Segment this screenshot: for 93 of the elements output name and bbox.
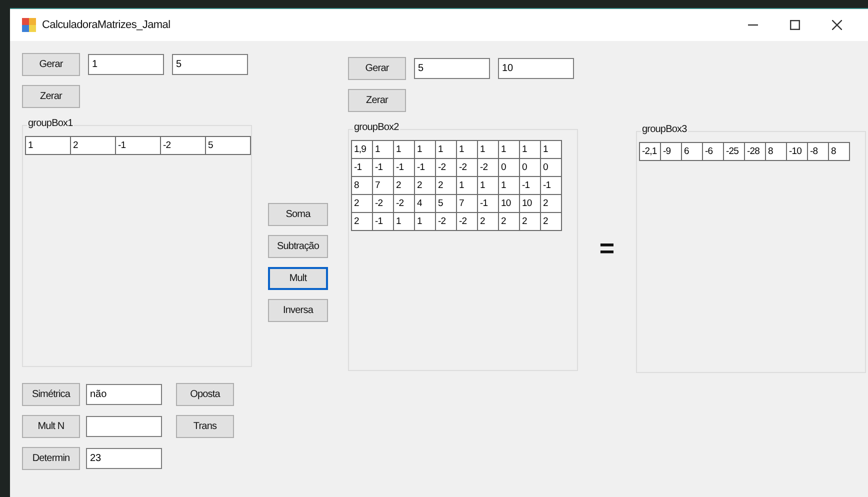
tool-button[interactable]: Trans (176, 415, 234, 438)
matrix-cell[interactable]: 4 (414, 194, 436, 213)
result-cell[interactable]: 8 (828, 142, 850, 161)
tool-button[interactable]: Mult N (22, 415, 80, 438)
matrix-cell[interactable]: 5 (435, 194, 457, 213)
tool-button[interactable]: Oposta (176, 383, 234, 406)
matrix-cell[interactable]: -1 (519, 176, 541, 195)
matrix-cell[interactable]: 2 (351, 212, 373, 231)
matrix-cell[interactable]: 2 (519, 212, 541, 231)
matrix-cell[interactable]: -2 (456, 212, 478, 231)
value-field[interactable] (86, 416, 162, 437)
columns-field[interactable]: 10 (498, 58, 574, 79)
matrix-cell[interactable]: 0 (540, 158, 562, 177)
matrix-cell[interactable]: 1,9 (351, 140, 373, 159)
matrix-cell[interactable]: 2 (540, 194, 562, 213)
matrix-cell[interactable]: 1 (477, 176, 499, 195)
group-title: groupBox3 (641, 124, 688, 135)
generate-button[interactable]: Gerar (348, 57, 406, 80)
matrix-cell[interactable]: 1 (519, 140, 541, 159)
matrix-cell[interactable]: 2 (351, 194, 373, 213)
matrix-cell[interactable]: 7 (372, 176, 394, 195)
window-title: CalculadoraMatrizes_Jamal (42, 19, 170, 31)
rows-field[interactable]: 5 (414, 58, 490, 79)
matrix-cell[interactable]: 7 (456, 194, 478, 213)
rows-field[interactable]: 1 (88, 54, 164, 75)
equals-sign: = (599, 233, 615, 264)
matrix-cell[interactable]: -2 (435, 158, 457, 177)
matrix-cell[interactable]: 1 (435, 140, 457, 159)
matrix-cell[interactable]: 2 (414, 176, 436, 195)
result-cell[interactable]: -6 (702, 142, 724, 161)
clear-button[interactable]: Zerar (22, 85, 80, 108)
group-title: groupBox2 (353, 122, 400, 133)
matrix-cell[interactable]: 10 (498, 194, 520, 213)
result-cell[interactable]: -9 (660, 142, 682, 161)
matrix-cell[interactable]: 0 (519, 158, 541, 177)
matrix-cell[interactable]: -1 (372, 212, 394, 231)
matrix-cell[interactable]: 5 (205, 136, 251, 155)
matrix-cell[interactable]: 1 (414, 212, 436, 231)
result-cell[interactable]: -25 (723, 142, 745, 161)
matrix-cell[interactable]: 1 (498, 176, 520, 195)
matrix-cell[interactable]: -1 (351, 158, 373, 177)
matrix-cell[interactable]: 1 (414, 140, 436, 159)
matrix-cell[interactable]: 0 (498, 158, 520, 177)
matrix-cell[interactable]: 1 (372, 140, 394, 159)
matrix-cell[interactable]: -1 (414, 158, 436, 177)
matrix-cell[interactable]: 1 (456, 140, 478, 159)
matrix-cell[interactable]: 2 (70, 136, 116, 155)
result-cell[interactable]: -10 (786, 142, 808, 161)
value-field[interactable]: 23 (86, 448, 162, 469)
operation-button[interactable]: Inversa (268, 299, 328, 322)
value-field[interactable]: não (86, 384, 162, 405)
matrix-cell[interactable]: 2 (498, 212, 520, 231)
matrix-cell[interactable]: 1 (25, 136, 71, 155)
matrix-cell[interactable]: 2 (477, 212, 499, 231)
tool-button[interactable]: Simétrica (22, 383, 80, 406)
matrix-cell[interactable]: -2 (160, 136, 206, 155)
matrix-cell[interactable]: 1 (393, 140, 415, 159)
matrix-cell[interactable]: 1 (477, 140, 499, 159)
tool-button[interactable]: Determin (22, 447, 80, 470)
result-cell[interactable]: 8 (765, 142, 787, 161)
operation-button[interactable]: Soma (268, 203, 328, 226)
matrix-cell[interactable]: 2 (393, 176, 415, 195)
result-cell[interactable]: -8 (807, 142, 829, 161)
app-icon (22, 18, 36, 32)
matrix-cell[interactable]: 2 (540, 212, 562, 231)
matrix-cell[interactable]: -2 (435, 212, 457, 231)
operation-button[interactable]: Subtração (268, 235, 328, 258)
matrix-cell[interactable]: -1 (393, 158, 415, 177)
close-icon[interactable] (832, 20, 842, 30)
matrix-cell[interactable]: 1 (498, 140, 520, 159)
generate-button[interactable]: Gerar (22, 53, 80, 76)
columns-field[interactable]: 5 (172, 54, 248, 75)
matrix-cell[interactable]: 10 (519, 194, 541, 213)
group-title: groupBox1 (27, 118, 74, 129)
matrix-cell[interactable]: 1 (393, 212, 415, 231)
clear-button[interactable]: Zerar (348, 89, 406, 112)
result-cell[interactable]: 6 (681, 142, 703, 161)
matrix-cell[interactable]: -2 (372, 194, 394, 213)
matrix-cell[interactable]: 2 (435, 176, 457, 195)
matrix-cell[interactable]: 1 (540, 140, 562, 159)
matrix-cell[interactable]: 8 (351, 176, 373, 195)
matrix-cell[interactable]: -2 (456, 158, 478, 177)
matrix-cell[interactable]: -1 (477, 194, 499, 213)
matrix-cell[interactable]: -2 (477, 158, 499, 177)
result-cell[interactable]: -2,1 (639, 142, 661, 161)
operation-button[interactable]: Mult (268, 267, 328, 290)
matrix-cell[interactable]: 1 (456, 176, 478, 195)
matrix-cell[interactable]: -1 (372, 158, 394, 177)
matrix-cell[interactable]: -1 (540, 176, 562, 195)
matrix-cell[interactable]: -1 (115, 136, 161, 155)
matrix-cell[interactable]: -2 (393, 194, 415, 213)
maximize-icon[interactable] (790, 20, 800, 30)
result-cell[interactable]: -28 (744, 142, 766, 161)
